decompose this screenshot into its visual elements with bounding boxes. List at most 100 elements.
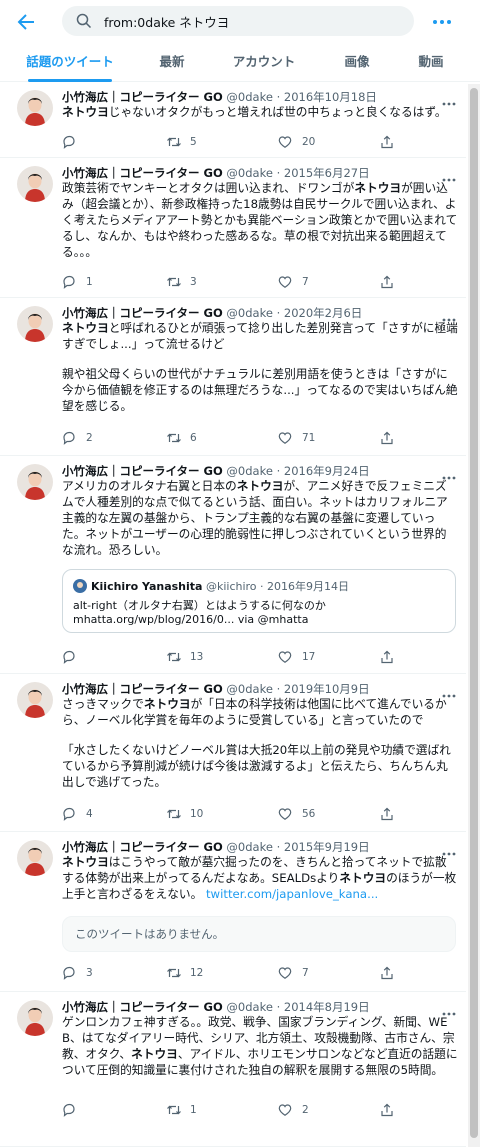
author-name[interactable]: 小竹海広｜コピーライター GO <box>62 682 223 696</box>
share-icon <box>381 966 393 980</box>
share-icon <box>381 650 393 664</box>
avatar[interactable] <box>17 464 53 500</box>
avatar[interactable] <box>17 306 53 342</box>
tab-latest-label: 最新 <box>159 54 185 69</box>
quoted-text: mhatta.org/wp/blog/2016/0... via @mhatta <box>73 613 309 626</box>
quoted-tweet[interactable]: Kiichiro Yanashita @kiichiro · 2016年9月14… <box>62 569 456 633</box>
tweet-header: 小竹海広｜コピーライター GO @0dake · 2016年9月24日 <box>62 463 370 479</box>
tweet-paragraph: アメリカのオルタナ右翼と日本のネトウヨが、アニメ好きで反フェミニズムで人種差別的… <box>62 479 448 557</box>
tweet-header: 小竹海広｜コピーライター GO @0dake · 2014年8月19日 <box>62 999 370 1015</box>
scrollbar-thumb[interactable] <box>470 88 478 1138</box>
author-handle-date[interactable]: @0dake · 2015年6月27日 <box>226 166 369 180</box>
more-options-icon[interactable] <box>440 308 458 322</box>
author-name[interactable]: 小竹海広｜コピーライター GO <box>62 306 223 320</box>
search-input[interactable] <box>104 6 404 36</box>
tweet-actions: 12 <box>62 1102 402 1118</box>
retweet-count: 12 <box>190 967 204 979</box>
tweet-header: 小竹海広｜コピーライター GO @0dake · 2015年6月27日 <box>62 165 370 181</box>
reply-count: 4 <box>86 808 93 820</box>
author-name[interactable]: 小竹海広｜コピーライター GO <box>62 1000 223 1014</box>
like-icon <box>278 136 292 148</box>
retweet-count: 10 <box>190 808 204 820</box>
tweet-text: ネトウヨじゃないオタクがもっと増えれば世の中ちょっと良くなるはず。 <box>62 104 458 120</box>
tweet[interactable]: 小竹海広｜コピーライター GO @0dake · 2015年9月19日 ネトウヨは… <box>0 832 466 992</box>
tweet[interactable]: 小竹海広｜コピーライター GO @0dake · 2014年8月19日 ゲンロンカ… <box>0 992 466 1147</box>
back-arrow-icon[interactable] <box>14 10 38 34</box>
avatar[interactable] <box>17 166 53 202</box>
quoted-avatar <box>73 579 87 593</box>
tab-top[interactable]: 話題のツイート <box>0 44 140 82</box>
like-icon <box>278 967 292 979</box>
tab-images[interactable]: 画像 <box>324 44 390 82</box>
tab-latest[interactable]: 最新 <box>140 44 204 82</box>
like-icon <box>278 276 292 288</box>
tweet[interactable]: 小竹海広｜コピーライター GO @0dake · 2015年6月27日 政策芸術で… <box>0 158 466 298</box>
reply-icon <box>63 431 75 445</box>
tab-top-label: 話題のツイート <box>26 54 114 69</box>
unavailable-tweet-notice: このツイートはありません。 <box>62 916 456 952</box>
tweet[interactable]: 小竹海広｜コピーライター GO @0dake · 2016年10月18日 ネトウヨ… <box>0 82 466 158</box>
tweet-header: 小竹海広｜コピーライター GO @0dake · 2019年10月9日 <box>62 681 370 697</box>
reply-icon <box>63 275 75 289</box>
share-icon <box>381 135 393 149</box>
more-options-icon[interactable] <box>440 168 458 182</box>
retweet-icon <box>167 137 181 147</box>
tab-videos-label: 動画 <box>418 54 444 69</box>
author-handle-date[interactable]: @0dake · 2014年8月19日 <box>226 1000 369 1014</box>
more-options-icon[interactable] <box>440 92 458 106</box>
like-count: 20 <box>302 136 316 148</box>
reply-icon <box>63 135 75 149</box>
reply-count: 1 <box>86 276 93 288</box>
like-count: 7 <box>302 276 309 288</box>
tweet-text: アメリカのオルタナ右翼と日本のネトウヨが、アニメ好きで反フェミニズムで人種差別的… <box>62 478 458 558</box>
like-icon <box>278 1104 292 1116</box>
retweet-count: 6 <box>190 432 197 444</box>
search-box[interactable] <box>62 6 414 36</box>
quoted-handle-date: @kiichiro · 2016年9月14日 <box>205 580 350 593</box>
like-count: 71 <box>302 432 316 444</box>
author-handle-date[interactable]: @0dake · 2019年10月9日 <box>226 682 369 696</box>
author-handle-date[interactable]: @0dake · 2020年2月6日 <box>226 306 362 320</box>
avatar[interactable] <box>17 840 53 876</box>
tweet-actions: 1 3 7 <box>62 274 402 290</box>
more-options-icon[interactable] <box>440 466 458 480</box>
avatar[interactable] <box>17 682 53 718</box>
author-name[interactable]: 小竹海広｜コピーライター GO <box>62 166 223 180</box>
tweet-paragraph: さっきマックでネトウヨが「日本の科学技術は他国に比べて進んでいるから、ノーベル化… <box>62 697 447 727</box>
retweet-icon <box>167 433 181 443</box>
author-handle-date[interactable]: @0dake · 2016年10月18日 <box>226 90 377 104</box>
tweet-actions: 13 17 <box>62 649 402 665</box>
author-handle-date[interactable]: @0dake · 2016年9月24日 <box>226 464 369 478</box>
author-name[interactable]: 小竹海広｜コピーライター GO <box>62 464 223 478</box>
tweet-text: ゲンロンカフェ神すぎる。。政党、戦争、国家ブランディング、新聞、WEB、はてなダ… <box>62 1014 458 1078</box>
share-icon <box>381 807 393 821</box>
more-options-icon[interactable] <box>430 10 454 34</box>
tweet-paragraph: 政策芸術でヤンキーとオタクは囲い込まれ、ドワンゴがネトウヨが囲い込み（超会議とか… <box>62 181 458 259</box>
tab-accounts-label: アカウント <box>232 54 296 69</box>
tweet[interactable]: 小竹海広｜コピーライター GO @0dake · 2020年2月6日 ネトウヨと呼… <box>0 298 466 456</box>
tweet[interactable]: 小竹海広｜コピーライター GO @0dake · 2016年9月24日 アメリカの… <box>0 456 466 674</box>
retweet-icon <box>167 652 181 662</box>
search-icon <box>76 13 92 29</box>
author-name[interactable]: 小竹海広｜コピーライター GO <box>62 90 223 104</box>
more-options-icon[interactable] <box>440 1002 458 1016</box>
tweet-text: ネトウヨはこうやって敵が墓穴掘ったのを、きちんと拾ってネットで拡散する体勢が出来… <box>62 854 458 902</box>
retweet-count: 1 <box>190 1104 197 1116</box>
author-handle-date[interactable]: @0dake · 2015年9月19日 <box>226 840 369 854</box>
like-icon <box>278 808 292 820</box>
retweet-icon <box>167 1105 181 1115</box>
tweet-paragraph: ネトウヨと呼ばれるひとが頑張って捻り出した差別発言って「さすがに極端すぎでしょ.… <box>62 321 458 351</box>
retweet-icon <box>167 809 181 819</box>
tab-accounts[interactable]: アカウント <box>204 44 324 82</box>
more-options-icon[interactable] <box>440 842 458 856</box>
avatar[interactable] <box>17 90 53 126</box>
reply-icon <box>63 966 75 980</box>
tweet-paragraph: 親や祖父母くらいの世代がナチュラルに差別用語を使うときは「さすがに今から価値観を… <box>62 367 458 413</box>
tweet[interactable]: 小竹海広｜コピーライター GO @0dake · 2019年10月9日 さっきマッ… <box>0 674 466 832</box>
author-name[interactable]: 小竹海広｜コピーライター GO <box>62 840 223 854</box>
tweet-paragraph: ゲンロンカフェ神すぎる。。政党、戦争、国家ブランディング、新聞、WEB、はてなダ… <box>62 1015 458 1077</box>
top-bar <box>0 0 480 44</box>
avatar[interactable] <box>17 1000 53 1036</box>
tab-videos[interactable]: 動画 <box>390 44 472 82</box>
more-options-icon[interactable] <box>440 684 458 698</box>
